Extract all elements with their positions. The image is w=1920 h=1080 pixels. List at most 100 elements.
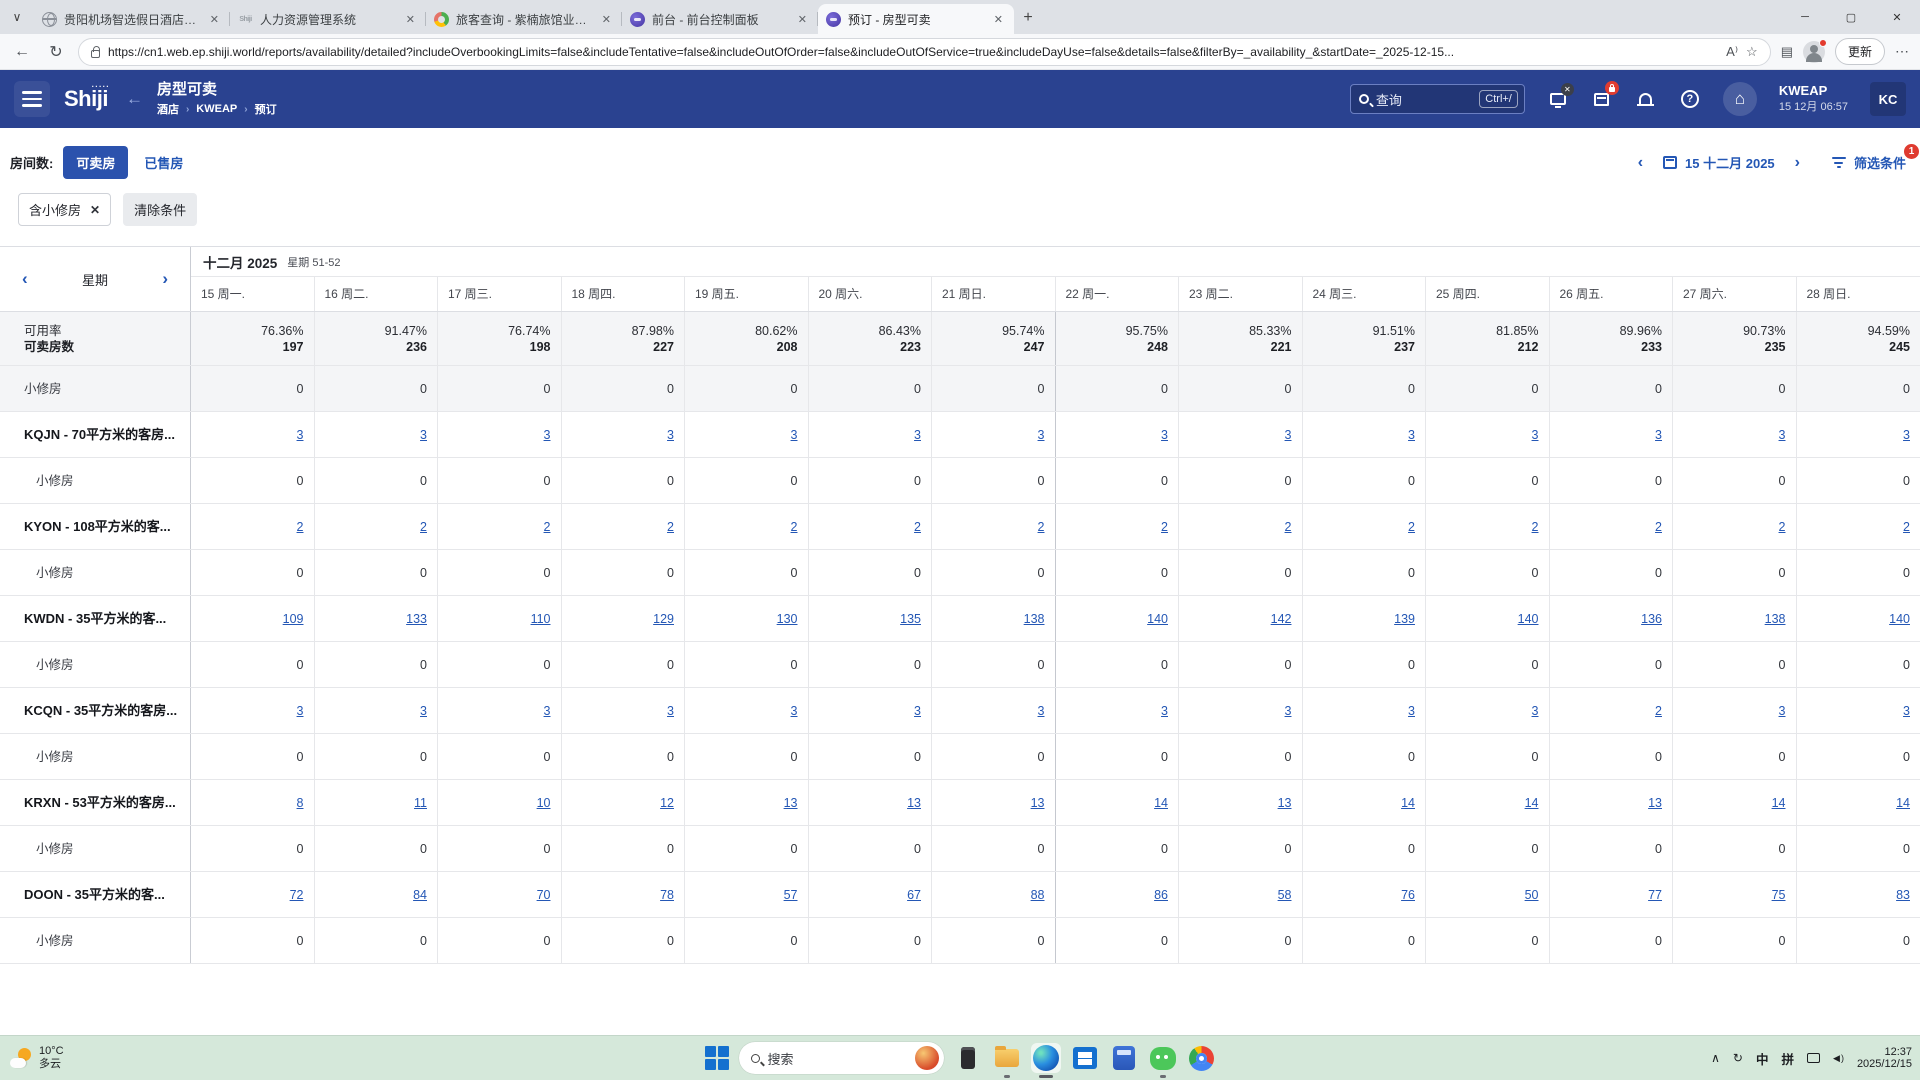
- availability-link[interactable]: 13: [1031, 796, 1045, 810]
- availability-link[interactable]: 2: [1161, 520, 1168, 534]
- availability-link[interactable]: 3: [1038, 428, 1045, 442]
- availability-link[interactable]: 3: [1532, 428, 1539, 442]
- browser-tab[interactable]: 贵阳机场智选假日酒店系统网址导✕: [34, 4, 230, 34]
- availability-link[interactable]: 3: [1903, 428, 1910, 442]
- availability-link[interactable]: 138: [1024, 612, 1045, 626]
- availability-link[interactable]: 88: [1031, 888, 1045, 902]
- update-button[interactable]: 更新: [1835, 38, 1885, 65]
- browser-tab[interactable]: 旅客查询 - 紫楠旅馆业治安信息管✕: [426, 4, 622, 34]
- week-next-icon[interactable]: ›: [162, 269, 168, 289]
- availability-link[interactable]: 135: [900, 612, 921, 626]
- availability-link[interactable]: 138: [1765, 612, 1786, 626]
- availability-link[interactable]: 70: [537, 888, 551, 902]
- tab-close-icon[interactable]: ✕: [207, 13, 222, 26]
- workstation-status-button[interactable]: ✕: [1547, 88, 1569, 110]
- availability-link[interactable]: 2: [914, 520, 921, 534]
- favorite-star-icon[interactable]: ☆: [1746, 44, 1758, 60]
- availability-link[interactable]: 140: [1889, 612, 1910, 626]
- browser-tab[interactable]: 预订 - 房型可卖✕: [818, 4, 1014, 34]
- ime-language-indicator[interactable]: 中: [1756, 1049, 1769, 1068]
- taskbar-search[interactable]: 搜索: [739, 1042, 944, 1074]
- availability-link[interactable]: 13: [1278, 796, 1292, 810]
- availability-link[interactable]: 2: [1903, 520, 1910, 534]
- availability-link[interactable]: 2: [420, 520, 427, 534]
- read-aloud-icon[interactable]: A⁾: [1726, 44, 1738, 60]
- availability-link[interactable]: 83: [1896, 888, 1910, 902]
- availability-link[interactable]: 86: [1154, 888, 1168, 902]
- availability-link[interactable]: 13: [907, 796, 921, 810]
- new-tab-button[interactable]: +: [1014, 4, 1042, 32]
- availability-link[interactable]: 78: [660, 888, 674, 902]
- availability-link[interactable]: 3: [544, 428, 551, 442]
- availability-link[interactable]: 10: [537, 796, 551, 810]
- availability-link[interactable]: 2: [1532, 520, 1539, 534]
- hamburger-menu-icon[interactable]: [14, 81, 50, 117]
- ime-mode-indicator[interactable]: 拼: [1782, 1049, 1795, 1068]
- tab-close-icon[interactable]: ✕: [599, 13, 614, 26]
- clock[interactable]: 12:37 2025/12/15: [1857, 1046, 1912, 1070]
- availability-link[interactable]: 110: [531, 612, 551, 626]
- availability-link[interactable]: 3: [420, 428, 427, 442]
- start-button[interactable]: [704, 1045, 730, 1071]
- minimize-button[interactable]: ─: [1782, 0, 1828, 34]
- weather-widget[interactable]: 10°C 多云: [10, 1046, 64, 1070]
- availability-link[interactable]: 3: [1285, 704, 1292, 718]
- date-picker[interactable]: 15 十二月 2025: [1663, 153, 1775, 172]
- minor-repair-chip[interactable]: 含小修房 ✕: [18, 193, 111, 226]
- back-icon[interactable]: ←: [10, 43, 34, 61]
- home-button[interactable]: ⌂: [1723, 82, 1757, 116]
- availability-link[interactable]: 130: [777, 612, 798, 626]
- availability-link[interactable]: 129: [653, 612, 674, 626]
- availability-link[interactable]: 13: [1648, 796, 1662, 810]
- available-rooms-toggle[interactable]: 可卖房: [63, 146, 128, 179]
- taskbar-calculator[interactable]: [1109, 1043, 1139, 1073]
- help-button[interactable]: ?: [1679, 88, 1701, 110]
- collections-icon[interactable]: ▤: [1781, 44, 1793, 60]
- availability-link[interactable]: 109: [283, 612, 304, 626]
- availability-link[interactable]: 3: [667, 428, 674, 442]
- availability-link[interactable]: 140: [1147, 612, 1168, 626]
- device-icon[interactable]: [1807, 1053, 1820, 1063]
- availability-link[interactable]: 3: [1408, 704, 1415, 718]
- taskbar-store[interactable]: [1070, 1043, 1100, 1073]
- notifications-button[interactable]: [1635, 88, 1657, 110]
- property-info[interactable]: KWEAP 15 12月 06:57: [1779, 84, 1848, 114]
- availability-link[interactable]: 3: [1532, 704, 1539, 718]
- availability-link[interactable]: 3: [1038, 704, 1045, 718]
- profile-avatar[interactable]: [1803, 41, 1825, 63]
- clear-filters-chip[interactable]: 清除条件: [123, 193, 197, 226]
- taskbar-wechat[interactable]: [1148, 1043, 1178, 1073]
- availability-link[interactable]: 3: [1285, 428, 1292, 442]
- availability-link[interactable]: 12: [660, 796, 674, 810]
- filter-conditions-button[interactable]: 筛选条件 1: [1832, 153, 1906, 172]
- address-bar[interactable]: https://cn1.web.ep.shiji.world/reports/a…: [78, 38, 1771, 66]
- back-arrow-icon[interactable]: ←: [126, 89, 143, 109]
- availability-link[interactable]: 2: [1285, 520, 1292, 534]
- availability-link[interactable]: 14: [1896, 796, 1910, 810]
- availability-link[interactable]: 3: [1408, 428, 1415, 442]
- breadcrumb-reservation[interactable]: 预订: [255, 101, 277, 117]
- taskbar-file-explorer[interactable]: [992, 1043, 1022, 1073]
- availability-link[interactable]: 75: [1772, 888, 1786, 902]
- week-prev-icon[interactable]: ‹: [22, 269, 28, 289]
- availability-link[interactable]: 3: [914, 704, 921, 718]
- availability-link[interactable]: 3: [1779, 428, 1786, 442]
- browser-menu-icon[interactable]: ⋯: [1895, 43, 1910, 60]
- remove-chip-icon[interactable]: ✕: [90, 203, 100, 217]
- availability-link[interactable]: 3: [791, 428, 798, 442]
- availability-link[interactable]: 84: [413, 888, 427, 902]
- availability-link[interactable]: 3: [544, 704, 551, 718]
- availability-link[interactable]: 2: [1779, 520, 1786, 534]
- speaker-icon[interactable]: ◀): [1833, 1053, 1844, 1064]
- availability-link[interactable]: 8: [297, 796, 304, 810]
- availability-link[interactable]: 2: [1655, 704, 1662, 718]
- tab-actions-chevron-icon[interactable]: ∨: [0, 0, 34, 34]
- breadcrumb-property[interactable]: KWEAP: [196, 103, 237, 115]
- availability-link[interactable]: 3: [420, 704, 427, 718]
- global-search-input[interactable]: 查询 Ctrl+/: [1350, 84, 1525, 114]
- availability-link[interactable]: 3: [297, 704, 304, 718]
- availability-link[interactable]: 133: [406, 612, 427, 626]
- availability-link[interactable]: 3: [1903, 704, 1910, 718]
- close-button[interactable]: ✕: [1874, 0, 1920, 34]
- next-date-icon[interactable]: ›: [1789, 154, 1806, 172]
